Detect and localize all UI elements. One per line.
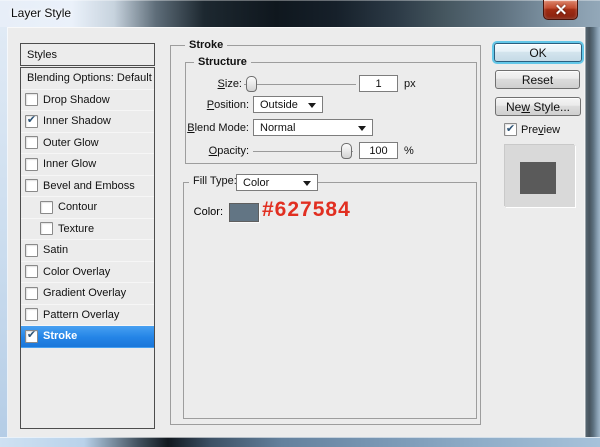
- blend-mode-value: Normal: [260, 122, 295, 134]
- opacity-unit: %: [404, 145, 414, 157]
- style-checkbox[interactable]: [40, 201, 53, 214]
- style-row-label: Contour: [58, 201, 97, 213]
- style-checkbox[interactable]: [25, 265, 38, 278]
- style-row-label: Inner Glow: [43, 158, 96, 170]
- color-label: Color:: [184, 206, 223, 218]
- style-row-label: Satin: [43, 244, 68, 256]
- size-unit: px: [404, 78, 416, 90]
- fill-type-group-box: Fill Type: Color Color: #627584: [183, 182, 477, 419]
- preview-label: Preview: [521, 124, 560, 136]
- close-button[interactable]: [543, 0, 578, 20]
- size-slider-thumb[interactable]: [246, 76, 257, 92]
- style-checkbox[interactable]: [25, 158, 38, 171]
- chevron-down-icon: [308, 103, 316, 108]
- size-row: Size: px: [186, 75, 478, 93]
- style-row-label: Bevel and Emboss: [43, 180, 135, 192]
- check-icon: ✔: [506, 124, 515, 135]
- styles-item-drop-shadow[interactable]: Drop Shadow: [21, 90, 154, 112]
- styles-item-stroke[interactable]: ✔ Stroke: [21, 326, 154, 348]
- styles-item-texture[interactable]: Texture: [21, 219, 154, 241]
- preview-checkbox-row[interactable]: ✔ Preview: [504, 123, 560, 136]
- style-row-label: Outer Glow: [43, 137, 99, 149]
- style-checkbox[interactable]: [25, 308, 38, 321]
- chevron-down-icon: [303, 181, 311, 186]
- close-icon: [556, 4, 566, 14]
- opacity-slider-track[interactable]: [253, 151, 353, 152]
- style-row-label: Stroke: [43, 330, 77, 342]
- ok-button[interactable]: OK: [494, 43, 582, 62]
- style-checkbox[interactable]: [25, 136, 38, 149]
- reset-button[interactable]: Reset: [495, 70, 580, 89]
- style-preview-thumbnail: [505, 145, 575, 207]
- size-input[interactable]: [359, 75, 398, 92]
- structure-group-box: Structure Size: px Position: Outside Ble…: [185, 62, 477, 164]
- stroke-group-title: Stroke: [185, 39, 227, 52]
- styles-item-blending-options-default[interactable]: Blending Options: Default: [21, 68, 154, 90]
- styles-item-color-overlay[interactable]: Color Overlay: [21, 262, 154, 284]
- blend-mode-label: Blend Mode:: [186, 122, 249, 134]
- opacity-label: Opacity:: [186, 145, 249, 157]
- fill-type-dropdown[interactable]: Color: [236, 174, 318, 191]
- check-icon: ✔: [27, 330, 36, 341]
- style-row-label: Inner Shadow: [43, 115, 111, 127]
- style-row-label: Blending Options: Default: [27, 72, 152, 84]
- styles-item-inner-shadow[interactable]: ✔ Inner Shadow: [21, 111, 154, 133]
- new-style-button[interactable]: New Style...: [495, 97, 581, 116]
- opacity-row: Opacity: %: [186, 142, 478, 160]
- style-checkbox[interactable]: [25, 179, 38, 192]
- dialog-body: Styles Blending Options: Default Drop Sh…: [8, 27, 584, 437]
- styles-item-contour[interactable]: Contour: [21, 197, 154, 219]
- style-checkbox[interactable]: ✔: [25, 330, 38, 343]
- size-slider-track[interactable]: [244, 84, 356, 85]
- blend-mode-row: Blend Mode: Normal: [186, 119, 478, 137]
- check-icon: ✔: [27, 115, 36, 126]
- color-hex-annotation: #627584: [262, 198, 351, 222]
- styles-item-bevel-and-emboss[interactable]: Bevel and Emboss: [21, 176, 154, 198]
- opacity-input[interactable]: [359, 142, 398, 159]
- style-row-label: Drop Shadow: [43, 94, 110, 106]
- position-value: Outside: [260, 99, 298, 111]
- position-row: Position: Outside: [186, 96, 478, 114]
- color-swatch[interactable]: [229, 203, 259, 222]
- structure-group-title: Structure: [194, 56, 251, 69]
- style-checkbox[interactable]: ✔: [25, 115, 38, 128]
- style-row-label: Color Overlay: [43, 266, 110, 278]
- window-title: Layer Style: [11, 6, 71, 20]
- style-checkbox[interactable]: [25, 287, 38, 300]
- style-preview-swatch: [520, 162, 556, 194]
- style-checkbox[interactable]: [25, 93, 38, 106]
- fill-type-label: Fill Type:: [189, 175, 241, 188]
- style-row-label: Texture: [58, 223, 94, 235]
- window-border-right: [584, 27, 600, 437]
- title-bar[interactable]: Layer Style: [0, 0, 600, 27]
- styles-item-pattern-overlay[interactable]: Pattern Overlay: [21, 305, 154, 327]
- style-checkbox[interactable]: [40, 222, 53, 235]
- styles-panel-header: Styles: [20, 43, 155, 66]
- size-label: Size:: [186, 78, 242, 90]
- styles-item-satin[interactable]: Satin: [21, 240, 154, 262]
- window-border-left: [0, 27, 8, 437]
- style-row-label: Pattern Overlay: [43, 309, 119, 321]
- style-row-label: Gradient Overlay: [43, 287, 126, 299]
- position-dropdown[interactable]: Outside: [253, 96, 323, 113]
- fill-type-value: Color: [243, 177, 269, 189]
- window-border-bottom: [0, 437, 600, 447]
- style-checkbox[interactable]: [25, 244, 38, 257]
- styles-item-inner-glow[interactable]: Inner Glow: [21, 154, 154, 176]
- blend-mode-dropdown[interactable]: Normal: [253, 119, 373, 136]
- chevron-down-icon: [358, 126, 366, 131]
- position-label: Position:: [186, 99, 249, 111]
- layer-style-dialog: Layer Style Styles Blending Options: Def…: [0, 0, 600, 447]
- styles-list: Blending Options: Default Drop Shadow ✔ …: [20, 67, 155, 429]
- preview-checkbox[interactable]: ✔: [504, 123, 517, 136]
- styles-item-outer-glow[interactable]: Outer Glow: [21, 133, 154, 155]
- styles-item-gradient-overlay[interactable]: Gradient Overlay: [21, 283, 154, 305]
- opacity-slider-thumb[interactable]: [341, 143, 352, 159]
